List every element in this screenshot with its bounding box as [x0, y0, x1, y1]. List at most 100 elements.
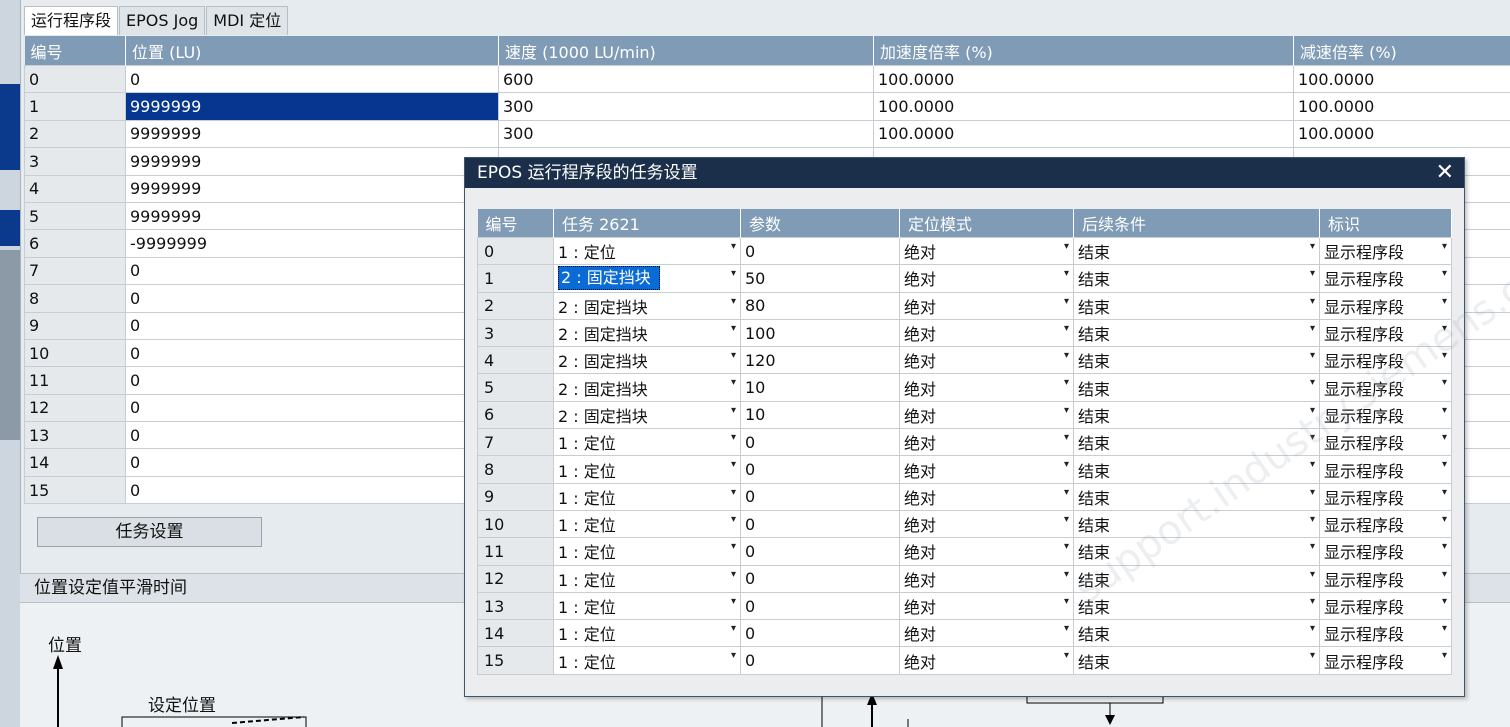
dialog-cell[interactable]: 显示程序段 ▾	[1319, 482, 1452, 511]
dialog-cell[interactable]: 结束 ▾	[1073, 428, 1320, 457]
table-cell[interactable]: 0	[125, 338, 499, 368]
dialog-cell[interactable]: 绝对 ▾	[899, 619, 1074, 648]
dialog-cell[interactable]: 显示程序段 ▾	[1319, 318, 1452, 348]
dialog-cell[interactable]: 显示程序段 ▾	[1319, 646, 1452, 675]
dialog-cell[interactable]: 0	[740, 428, 900, 457]
dialog-table-row[interactable]: 14 1 : 定位 ▾ 0 绝对 ▾ 结束 ▾ 显示程序段 ▾	[477, 619, 1452, 648]
chevron-down-icon[interactable]: ▾	[1064, 241, 1069, 252]
task-select-focused[interactable]: 2 : 固定挡块	[558, 266, 660, 291]
chevron-down-icon[interactable]: ▾	[1310, 323, 1315, 334]
chevron-down-icon[interactable]: ▾	[1310, 459, 1315, 470]
table-cell[interactable]: 0	[125, 475, 499, 505]
table-cell[interactable]: 100.0000	[1293, 64, 1510, 94]
dialog-table-row[interactable]: 3 2 : 固定挡块 ▾ 100 绝对 ▾ 结束 ▾ 显示程序段 ▾	[477, 318, 1452, 348]
chevron-down-icon[interactable]: ▾	[1310, 432, 1315, 443]
dialog-cell[interactable]: 显示程序段 ▾	[1319, 291, 1452, 320]
dialog-cell[interactable]: 1 : 定位 ▾	[553, 564, 741, 593]
table-row[interactable]: 0 0 600 100.0000 100.0000	[24, 64, 1510, 94]
table-cell[interactable]: 0	[125, 64, 499, 94]
dialog-cell[interactable]: 2 : 固定挡块 ▾	[553, 291, 741, 320]
dialog-cell[interactable]: 显示程序段 ▾	[1319, 455, 1452, 484]
table-cell[interactable]: 9999999	[125, 147, 499, 176]
chevron-down-icon[interactable]: ▾	[731, 623, 736, 634]
dialog-cell[interactable]: 0	[740, 455, 900, 484]
dialog-cell[interactable]: 0	[740, 509, 900, 539]
chevron-down-icon[interactable]: ▾	[1442, 623, 1447, 634]
chevron-down-icon[interactable]: ▾	[1442, 487, 1447, 498]
chevron-down-icon[interactable]: ▾	[1442, 323, 1447, 334]
table-cell[interactable]: 9999999	[125, 92, 499, 121]
chevron-down-icon[interactable]: ▾	[1310, 569, 1315, 580]
dialog-cell[interactable]: 结束 ▾	[1073, 537, 1320, 566]
chevron-down-icon[interactable]: ▾	[731, 514, 736, 525]
table-cell[interactable]: -9999999	[125, 229, 499, 258]
dialog-cell[interactable]: 结束 ▾	[1073, 400, 1320, 430]
chevron-down-icon[interactable]: ▾	[1310, 405, 1315, 416]
dialog-table-row[interactable]: 1 2 : 固定挡块 ▾ 50 绝对 ▾ 结束 ▾ 显示程序段 ▾	[477, 264, 1452, 293]
table-cell[interactable]: 0	[125, 284, 499, 313]
dialog-cell[interactable]: 结束 ▾	[1073, 318, 1320, 348]
chevron-down-icon[interactable]: ▾	[731, 459, 736, 470]
chevron-down-icon[interactable]: ▾	[1310, 377, 1315, 388]
dialog-cell[interactable]: 结束 ▾	[1073, 482, 1320, 511]
dialog-cell[interactable]: 显示程序段 ▾	[1319, 428, 1452, 457]
dialog-cell[interactable]: 0	[740, 482, 900, 511]
dialog-cell[interactable]: 1 : 定位 ▾	[553, 537, 741, 566]
dialog-table-row[interactable]: 2 2 : 固定挡块 ▾ 80 绝对 ▾ 结束 ▾ 显示程序段 ▾	[477, 291, 1452, 320]
chevron-down-icon[interactable]: ▾	[731, 650, 736, 661]
chevron-down-icon[interactable]: ▾	[1310, 296, 1315, 307]
chevron-down-icon[interactable]: ▾	[1442, 405, 1447, 416]
dialog-table-row[interactable]: 15 1 : 定位 ▾ 0 绝对 ▾ 结束 ▾ 显示程序段 ▾	[477, 646, 1452, 675]
dialog-cell[interactable]: 显示程序段 ▾	[1319, 537, 1452, 566]
table-row[interactable]: 2 9999999 300 100.0000 100.0000	[24, 119, 1510, 149]
table-cell[interactable]: 9999999	[125, 174, 499, 203]
dialog-cell[interactable]: 2 : 固定挡块 ▾	[553, 346, 741, 375]
chevron-down-icon[interactable]: ▾	[1064, 569, 1069, 580]
chevron-down-icon[interactable]: ▾	[731, 405, 736, 416]
chevron-down-icon[interactable]: ▾	[1442, 514, 1447, 525]
chevron-down-icon[interactable]: ▾	[731, 596, 736, 607]
dialog-table-row[interactable]: 13 1 : 定位 ▾ 0 绝对 ▾ 结束 ▾ 显示程序段 ▾	[477, 591, 1452, 621]
dialog-cell[interactable]: 0	[740, 591, 900, 621]
table-cell[interactable]: 9999999	[125, 201, 499, 231]
dialog-cell[interactable]: 0	[740, 236, 900, 266]
table-cell[interactable]: 300	[498, 92, 874, 121]
chevron-down-icon[interactable]: ▾	[1064, 323, 1069, 334]
dialog-cell[interactable]: 结束 ▾	[1073, 346, 1320, 375]
chevron-down-icon[interactable]: ▾	[1310, 623, 1315, 634]
dialog-cell[interactable]: 结束 ▾	[1073, 373, 1320, 402]
dialog-cell[interactable]: 绝对 ▾	[899, 482, 1074, 511]
dialog-cell[interactable]: 2 : 固定挡块 ▾	[553, 373, 741, 402]
dialog-cell[interactable]: 结束 ▾	[1073, 646, 1320, 675]
dialog-cell[interactable]: 绝对 ▾	[899, 564, 1074, 593]
dialog-cell[interactable]: 10	[740, 373, 900, 402]
dialog-cell[interactable]: 1 : 定位 ▾	[553, 236, 741, 266]
dialog-cell[interactable]: 显示程序段 ▾	[1319, 264, 1452, 293]
dialog-cell[interactable]: 绝对 ▾	[899, 264, 1074, 293]
chevron-down-icon[interactable]: ▾	[731, 241, 736, 252]
chevron-down-icon[interactable]: ▾	[731, 296, 736, 307]
dialog-cell[interactable]: 结束 ▾	[1073, 619, 1320, 648]
table-cell[interactable]: 9999999	[125, 119, 499, 149]
chevron-down-icon[interactable]: ▾	[731, 569, 736, 580]
chevron-down-icon[interactable]: ▾	[731, 541, 736, 552]
table-cell[interactable]: 600	[498, 64, 874, 94]
dialog-table-row[interactable]: 4 2 : 固定挡块 ▾ 120 绝对 ▾ 结束 ▾ 显示程序段 ▾	[477, 346, 1452, 375]
chevron-down-icon[interactable]: ▾	[1310, 650, 1315, 661]
dialog-cell[interactable]: 结束 ▾	[1073, 455, 1320, 484]
dialog-cell[interactable]: 1 : 定位 ▾	[553, 482, 741, 511]
dialog-table-row[interactable]: 5 2 : 固定挡块 ▾ 10 绝对 ▾ 结束 ▾ 显示程序段 ▾	[477, 373, 1452, 402]
dialog-cell[interactable]: 绝对 ▾	[899, 373, 1074, 402]
dialog-cell[interactable]: 显示程序段 ▾	[1319, 509, 1452, 539]
chevron-down-icon[interactable]: ▾	[731, 350, 736, 361]
dialog-cell[interactable]: 结束 ▾	[1073, 591, 1320, 621]
chevron-down-icon[interactable]: ▾	[1442, 541, 1447, 552]
table-cell[interactable]: 100.0000	[1293, 119, 1510, 149]
chevron-down-icon[interactable]: ▾	[731, 268, 736, 279]
dialog-table-row[interactable]: 10 1 : 定位 ▾ 0 绝对 ▾ 结束 ▾ 显示程序段 ▾	[477, 509, 1452, 539]
dialog-cell[interactable]: 2 : 固定挡块 ▾	[553, 400, 741, 430]
chevron-down-icon[interactable]: ▾	[1064, 350, 1069, 361]
dialog-cell[interactable]: 0	[740, 619, 900, 648]
dialog-cell[interactable]: 显示程序段 ▾	[1319, 619, 1452, 648]
chevron-down-icon[interactable]: ▾	[1064, 268, 1069, 279]
